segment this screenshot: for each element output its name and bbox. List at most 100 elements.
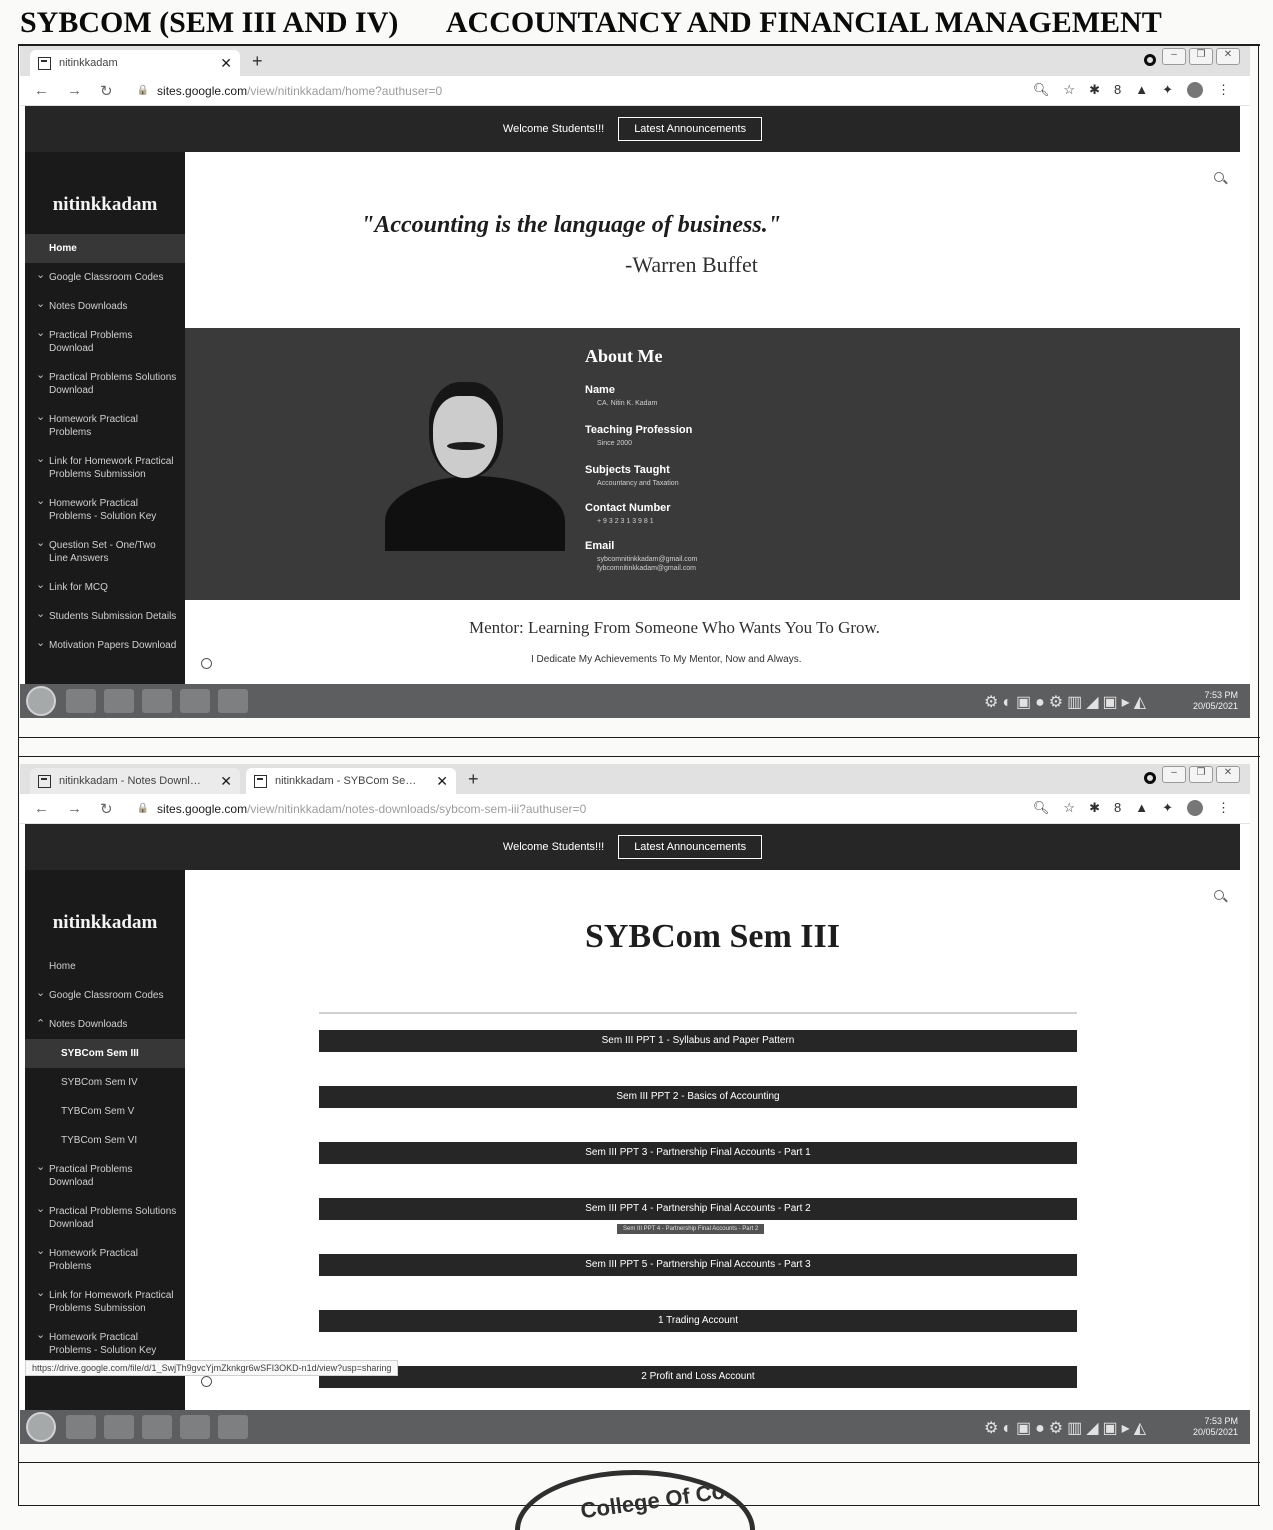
start-button-icon[interactable]: [26, 1412, 56, 1442]
extension-2-icon[interactable]: 8: [1114, 82, 1121, 98]
reload-icon[interactable]: ↻: [100, 800, 113, 818]
taskbar-app-icon[interactable]: [218, 1415, 248, 1439]
sidebar-item-homework-practical-problems[interactable]: Homework Practical Problems: [25, 1239, 185, 1281]
profit-and-loss-button[interactable]: 2 Profit and Loss Account: [319, 1366, 1077, 1388]
taskbar-chrome-icon[interactable]: [180, 689, 210, 713]
sidebar-item-notes-downloads[interactable]: Notes Downloads: [25, 292, 185, 321]
sidebar-item-solution-key[interactable]: Homework Practical Problems - Solution K…: [25, 489, 185, 531]
taskbar-app-icon[interactable]: [66, 689, 96, 713]
url-field[interactable]: sites.google.com/view/nitinkkadam/notes-…: [157, 802, 586, 816]
taskbar-app-icon[interactable]: [66, 1415, 96, 1439]
sidebar-item-solutions-download[interactable]: Practical Problems Solutions Download: [25, 363, 185, 405]
info-icon[interactable]: [201, 1376, 212, 1387]
back-icon[interactable]: ←: [34, 82, 49, 99]
extension-2-icon[interactable]: 8: [1114, 800, 1121, 816]
taskbar-app-icon[interactable]: [142, 689, 172, 713]
sidebar-item-notes-downloads[interactable]: Notes Downloads: [25, 1010, 185, 1039]
extension-icon[interactable]: ✱: [1089, 82, 1100, 98]
taskbar-app-icon[interactable]: [142, 1415, 172, 1439]
sidebar-item-home[interactable]: Home: [25, 234, 185, 263]
bookmark-star-icon[interactable]: ☆: [1063, 82, 1075, 98]
extension-icon[interactable]: ✱: [1089, 800, 1100, 816]
sidebar-item-solutions-download[interactable]: Practical Problems Solutions Download: [25, 1197, 185, 1239]
latest-announcements-button[interactable]: Latest Announcements: [618, 835, 763, 859]
sidebar-item-home[interactable]: Home: [25, 952, 185, 981]
about-subjects-label: Subjects Taught: [585, 464, 670, 476]
minimize-icon[interactable]: –: [1162, 48, 1186, 65]
taskbar-clock[interactable]: 7:53 PM 20/05/2021: [1193, 690, 1238, 712]
tab-home[interactable]: nitinkkadam ✕: [30, 50, 240, 76]
sidebar-item-practical-problems-download[interactable]: Practical Problems Download: [25, 1155, 185, 1197]
sidebar-item-question-set[interactable]: Question Set - One/Two Line Answers: [25, 531, 185, 573]
site-brand[interactable]: nitinkkadam: [25, 912, 185, 934]
close-tab-icon[interactable]: ✕: [436, 773, 448, 790]
system-tray-icons[interactable]: ⚙◐▣●⚙▥◢▣▸◭: [984, 1418, 1150, 1438]
sidebar-item-practical-problems-download[interactable]: Practical Problems Download: [25, 321, 185, 363]
sidebar-item-motivation-papers[interactable]: Motivation Papers Download: [25, 631, 185, 660]
site-search-icon[interactable]: [1214, 890, 1224, 900]
extensions-puzzle-icon[interactable]: ✦: [1162, 82, 1173, 98]
sidebar-item-solution-key[interactable]: Homework Practical Problems - Solution K…: [25, 1323, 185, 1365]
forward-icon[interactable]: →: [67, 800, 82, 817]
tab-notes-downloads[interactable]: nitinkkadam - Notes Downloads ✕: [30, 768, 240, 794]
reload-icon[interactable]: ↻: [100, 82, 113, 100]
taskbar-chrome-icon[interactable]: [180, 1415, 210, 1439]
close-window-icon[interactable]: ✕: [1216, 48, 1240, 65]
ppt-button-2[interactable]: Sem III PPT 2 - Basics of Accounting: [319, 1086, 1077, 1108]
system-tray-icons[interactable]: ⚙◐▣●⚙▥◢▣▸◭: [984, 692, 1150, 712]
ppt-button-5[interactable]: Sem III PPT 5 - Partnership Final Accoun…: [319, 1254, 1077, 1276]
sidebar-item-homework-submission-link[interactable]: Link for Homework Practical Problems Sub…: [25, 1281, 185, 1323]
sidebar-item-sybcom-sem-iii[interactable]: SYBCom Sem III: [25, 1039, 185, 1068]
restore-icon[interactable]: ❐: [1189, 48, 1213, 65]
sidebar-item-homework-practical-problems[interactable]: Homework Practical Problems: [25, 405, 185, 447]
zoom-icon[interactable]: 🔍︎: [1033, 800, 1050, 816]
record-icon[interactable]: [1144, 54, 1156, 66]
lock-icon[interactable]: 🔒: [137, 803, 149, 814]
tab-sybcom-sem-iii[interactable]: nitinkkadam - SYBCom Sem III ✕: [246, 768, 456, 794]
menu-kebab-icon[interactable]: ⋮: [1217, 82, 1230, 98]
extension-3-icon[interactable]: ▲: [1135, 800, 1148, 816]
latest-announcements-button[interactable]: Latest Announcements: [618, 117, 763, 141]
forward-icon[interactable]: →: [67, 82, 82, 99]
sidebar-item-google-classroom-codes[interactable]: Google Classroom Codes: [25, 263, 185, 292]
close-tab-icon[interactable]: ✕: [220, 55, 232, 72]
profile-avatar-icon[interactable]: [1187, 82, 1203, 98]
sidebar-item-homework-submission-link[interactable]: Link for Homework Practical Problems Sub…: [25, 447, 185, 489]
info-icon[interactable]: [201, 658, 212, 669]
about-email-value[interactable]: sybcomnitinkkadam@gmail.com: [597, 555, 697, 564]
close-tab-icon[interactable]: ✕: [220, 773, 232, 790]
taskbar-app-icon[interactable]: [104, 1415, 134, 1439]
new-tab-button[interactable]: +: [252, 51, 263, 72]
sidebar-item-tybcom-sem-vi[interactable]: TYBCom Sem VI: [25, 1126, 185, 1155]
record-icon[interactable]: [1144, 772, 1156, 784]
ppt-button-4[interactable]: Sem III PPT 4 - Partnership Final Accoun…: [319, 1198, 1077, 1220]
profile-avatar-icon[interactable]: [1187, 800, 1203, 816]
menu-kebab-icon[interactable]: ⋮: [1217, 800, 1230, 816]
sidebar-item-student-submissions[interactable]: Students Submission Details: [25, 602, 185, 631]
ppt-button-1[interactable]: Sem III PPT 1 - Syllabus and Paper Patte…: [319, 1030, 1077, 1052]
close-window-icon[interactable]: ✕: [1216, 766, 1240, 783]
taskbar-app-icon[interactable]: [104, 689, 134, 713]
about-email-value-2[interactable]: fybcomnitinkkadam@gmail.com: [597, 564, 697, 573]
taskbar-clock[interactable]: 7:53 PM 20/05/2021: [1193, 1416, 1238, 1438]
zoom-icon[interactable]: 🔍︎: [1033, 82, 1050, 98]
extensions-puzzle-icon[interactable]: ✦: [1162, 800, 1173, 816]
bookmark-star-icon[interactable]: ☆: [1063, 800, 1075, 816]
taskbar-app-icon[interactable]: [218, 689, 248, 713]
sidebar-item-tybcom-sem-v[interactable]: TYBCom Sem V: [25, 1097, 185, 1126]
extension-3-icon[interactable]: ▲: [1135, 82, 1148, 98]
new-tab-button[interactable]: +: [468, 769, 479, 790]
sidebar-item-google-classroom-codes[interactable]: Google Classroom Codes: [25, 981, 185, 1010]
start-button-icon[interactable]: [26, 686, 56, 716]
ppt-button-3[interactable]: Sem III PPT 3 - Partnership Final Accoun…: [319, 1142, 1077, 1164]
minimize-icon[interactable]: –: [1162, 766, 1186, 783]
lock-icon[interactable]: 🔒: [137, 85, 149, 96]
site-brand[interactable]: nitinkkadam: [25, 194, 185, 216]
restore-icon[interactable]: ❐: [1189, 766, 1213, 783]
trading-account-button[interactable]: 1 Trading Account: [319, 1310, 1077, 1332]
url-field[interactable]: sites.google.com/view/nitinkkadam/home?a…: [157, 84, 442, 98]
back-icon[interactable]: ←: [34, 800, 49, 817]
site-search-icon[interactable]: [1214, 172, 1224, 182]
sidebar-item-sybcom-sem-iv[interactable]: SYBCom Sem IV: [25, 1068, 185, 1097]
sidebar-item-link-for-mcq[interactable]: Link for MCQ: [25, 573, 185, 602]
